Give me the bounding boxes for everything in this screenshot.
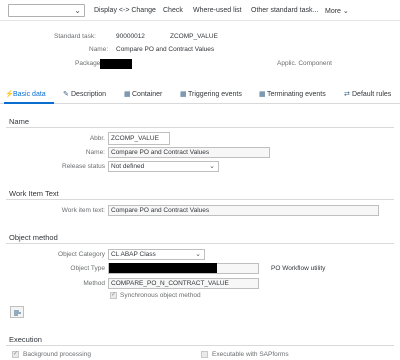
section-title-work-item-text: Work Item Text [9,189,59,198]
container-icon: ▦ [124,91,131,98]
synchronous-label: Synchronous object method [120,292,201,299]
work-item-text-label: Work item text: [61,207,105,214]
tab-label: Description [71,91,107,98]
tab-label: Container [132,91,163,98]
abbr-label: Abbr. [89,135,105,142]
other-standard-task-button[interactable]: Other standard task... [251,7,318,14]
section-divider [6,199,394,200]
more-label: More [325,8,341,15]
object-category-value: CL ABAP Class [111,251,156,258]
check-button[interactable]: Check [163,7,183,14]
object-category-select[interactable]: CL ABAP Class ⌄ [108,249,205,260]
section-divider [6,345,394,346]
method-input[interactable]: COMPARE_PO_N_CONTRACT_VALUE [108,278,259,289]
chevron-down-icon: ⌄ [209,163,215,170]
tab-label: Terminating events [267,91,326,98]
tab-bar: ⚡Basic data ✎ Description ▦Container ▦Tri… [0,87,400,104]
triggering-event-icon: ▦ [180,91,187,98]
method-label: Method [83,280,105,287]
section-title-execution: Execution [9,335,42,344]
name-label: Name: [89,46,109,53]
abbr-input[interactable]: ZCOMP_VALUE [108,132,170,145]
tab-label: Default rules [352,91,392,98]
standard-task-name: ZCOMP_VALUE [170,33,218,40]
object-type-redacted [109,263,217,273]
release-status-select[interactable]: Not defined ⌄ [108,161,219,172]
release-status-label: Release status [62,163,105,170]
name-value: Compare PO and Contract Values [116,46,215,53]
name-field-label: Name: [85,149,105,156]
edit-icon: ✎ [63,91,69,98]
active-tab-indicator [4,102,54,104]
binding-button[interactable] [10,306,24,318]
tab-basic-data[interactable]: ⚡Basic data [5,90,46,98]
more-button[interactable]: More ⌄ [325,7,349,15]
section-divider [6,127,394,128]
section-title-name: Name [9,117,30,126]
rules-icon: ⇄ [344,91,350,98]
package-label: Package: [75,60,103,67]
name-input[interactable]: Compare PO and Contract Values [108,147,270,158]
release-status-value: Not defined [111,163,145,170]
chevron-down-icon: ⌄ [195,251,201,258]
background-processing-label: Background processing [23,351,91,358]
object-category-label: Object Category [58,251,105,258]
terminating-event-icon: ▦ [259,91,266,98]
toolbar: ⌄ Display <-> Change Check Where-used li… [0,0,400,21]
chevron-down-icon[interactable]: ⌄ [74,6,81,16]
package-redacted [100,59,132,69]
standard-task-id: 90000012 [116,33,145,40]
work-item-text-input[interactable]: Compare PO and Contract Values [108,205,379,216]
tab-label: Triggering events [188,91,242,98]
tab-terminating-events[interactable]: ▦Terminating events [259,90,326,98]
lightning-icon: ⚡ [5,91,14,98]
command-field[interactable]: ⌄ [8,4,85,17]
section-divider [6,243,394,244]
synchronous-checkbox[interactable]: ✓ [110,292,117,299]
where-used-list-button[interactable]: Where-used list [193,7,242,14]
background-processing-checkbox[interactable]: ✓ [12,351,19,358]
object-type-description: PO Workflow utility [271,265,326,272]
standard-task-label: Standard task: [54,33,96,40]
applic-component-label: Applic. Component [277,60,332,67]
tab-container[interactable]: ▦Container [124,90,162,98]
sapforms-checkbox[interactable] [201,351,208,358]
binding-icon [14,310,21,316]
tab-label: Basic data [13,91,46,98]
tab-description[interactable]: ✎ Description [63,90,106,98]
display-change-button[interactable]: Display <-> Change [94,7,156,14]
tab-default-rules[interactable]: ⇄ Default rules [344,90,391,98]
tab-triggering-events[interactable]: ▦Triggering events [180,90,242,98]
chevron-down-icon: ⌄ [342,8,349,15]
object-type-label: Object Type [70,265,105,272]
section-title-object-method: Object method [9,233,58,242]
sapforms-label: Executable with SAPforms [212,351,289,358]
